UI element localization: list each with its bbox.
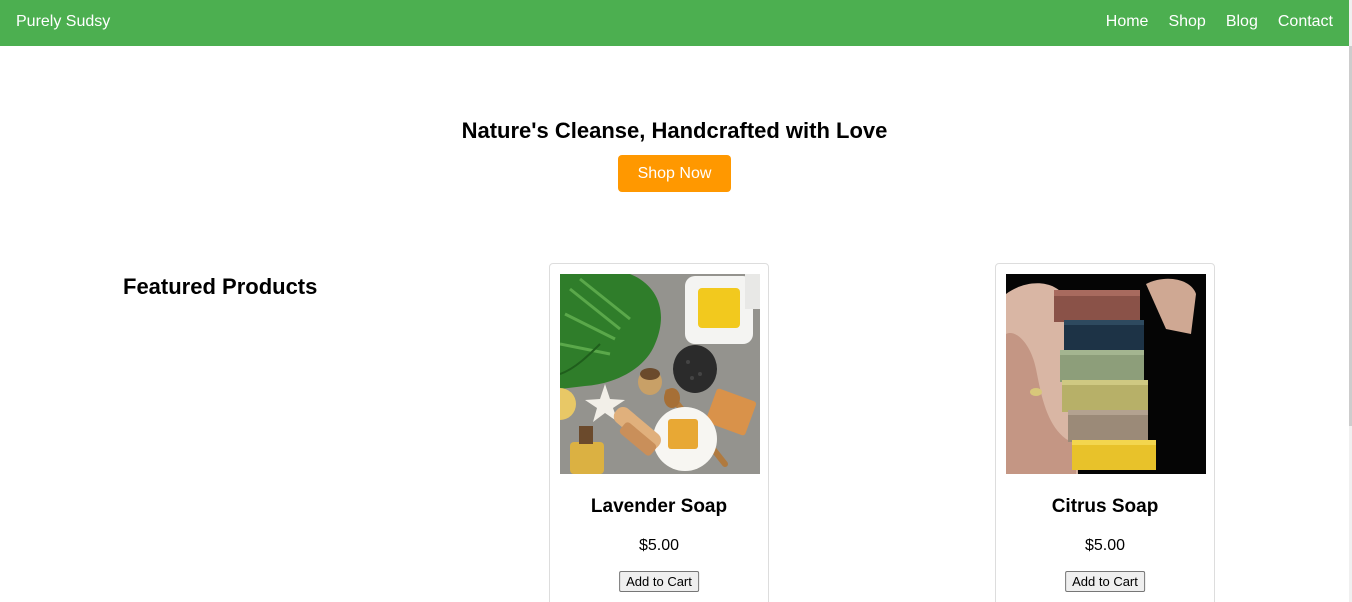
nav-home-link[interactable]: Home	[1106, 12, 1149, 32]
product-image-lavender	[560, 274, 760, 474]
page: Purely Sudsy Home Shop Blog Contact Natu…	[0, 0, 1352, 602]
brand-link[interactable]: Purely Sudsy	[16, 12, 110, 32]
stacked-soap-bars-image	[1006, 274, 1206, 474]
product-card-lavender: Lavender Soap $5.00 Add to Cart	[549, 263, 769, 602]
nav-links: Home Shop Blog Contact	[1106, 12, 1333, 32]
featured-products-heading: Featured Products	[123, 274, 318, 299]
product-name: Lavender Soap	[590, 496, 728, 517]
product-price: $5.00	[1084, 537, 1126, 554]
shop-now-button[interactable]: Shop Now	[618, 155, 731, 192]
add-to-cart-button[interactable]: Add to Cart	[619, 571, 699, 592]
product-name: Citrus Soap	[1051, 496, 1159, 517]
product-image-citrus	[1006, 274, 1206, 474]
nav-shop-link[interactable]: Shop	[1168, 12, 1205, 32]
product-price: $5.00	[638, 537, 680, 554]
soap-flatlay-image	[560, 274, 760, 474]
top-navbar: Purely Sudsy Home Shop Blog Contact	[0, 0, 1349, 46]
product-card-citrus: Citrus Soap $5.00 Add to Cart	[995, 263, 1215, 602]
hero-title: Nature's Cleanse, Handcrafted with Love	[461, 118, 888, 143]
add-to-cart-button[interactable]: Add to Cart	[1065, 571, 1145, 592]
nav-contact-link[interactable]: Contact	[1278, 12, 1333, 32]
nav-blog-link[interactable]: Blog	[1226, 12, 1258, 32]
